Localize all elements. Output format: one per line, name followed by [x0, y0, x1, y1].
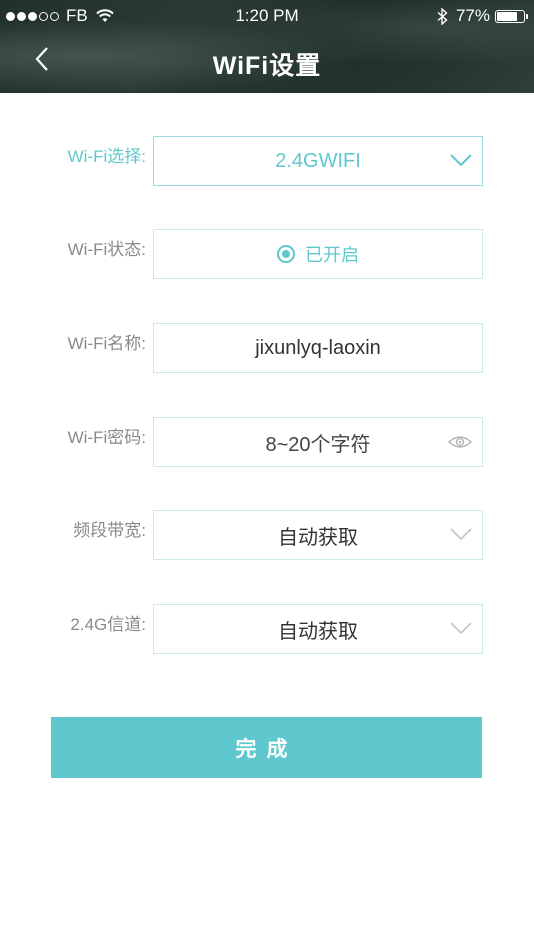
- row-wifi-name: Wi-Fi名称: jixunlyq-laoxin: [0, 323, 534, 375]
- wifi-password-input[interactable]: 8~20个字符: [153, 417, 483, 467]
- row-wifi-password: Wi-Fi密码: 8~20个字符: [0, 417, 534, 469]
- bandwidth-dropdown[interactable]: 自动获取: [153, 510, 483, 560]
- wifi-select-value: 2.4GWIFI: [275, 149, 361, 172]
- row-wifi-select: Wi-Fi选择: 2.4GWIFI: [0, 136, 534, 188]
- row-channel: 2.4G信道: 自动获取: [0, 604, 534, 656]
- battery-icon: [495, 9, 525, 23]
- row-wifi-status: Wi-Fi状态: 已开启: [0, 229, 534, 281]
- wifi-status-value: 已开启: [305, 245, 359, 265]
- bandwidth-label: 频段带宽:: [73, 521, 146, 540]
- page-title: WiFi设置: [212, 52, 322, 80]
- status-right: 77%: [437, 6, 528, 26]
- battery-level: [497, 11, 517, 21]
- wifi-name-value: jixunlyq-laoxin: [255, 336, 381, 359]
- wifi-password-placeholder: 8~20个字符: [265, 433, 371, 456]
- wifi-name-label: Wi-Fi名称:: [67, 334, 146, 353]
- row-bandwidth: 频段带宽: 自动获取: [0, 510, 534, 562]
- wifi-password-label: Wi-Fi密码:: [67, 428, 146, 447]
- eye-icon[interactable]: [448, 433, 472, 451]
- battery-tip: [526, 13, 528, 19]
- wifi-status-label: Wi-Fi状态:: [67, 240, 146, 259]
- radio-selected-icon[interactable]: [277, 245, 295, 263]
- wifi-select-label: Wi-Fi选择:: [67, 147, 146, 166]
- chevron-down-icon: [450, 154, 472, 167]
- chevron-down-icon: [450, 528, 472, 541]
- chevron-down-icon: [450, 622, 472, 635]
- bluetooth-icon: [437, 7, 448, 25]
- submit-button[interactable]: 完成: [51, 717, 482, 778]
- header-bar: FB 1:20 PM 77% WiFi设置: [0, 0, 534, 93]
- wifi-select-dropdown[interactable]: 2.4GWIFI: [153, 136, 483, 186]
- wifi-name-input[interactable]: jixunlyq-laoxin: [153, 323, 483, 373]
- channel-value: 自动获取: [278, 620, 358, 643]
- battery-percent: 77%: [455, 6, 490, 25]
- channel-dropdown[interactable]: 自动获取: [153, 604, 483, 654]
- bandwidth-value: 自动获取: [278, 526, 358, 549]
- wifi-status-toggle[interactable]: 已开启: [153, 229, 483, 279]
- status-bar: FB 1:20 PM 77%: [0, 0, 534, 32]
- channel-label: 2.4G信道:: [70, 615, 146, 634]
